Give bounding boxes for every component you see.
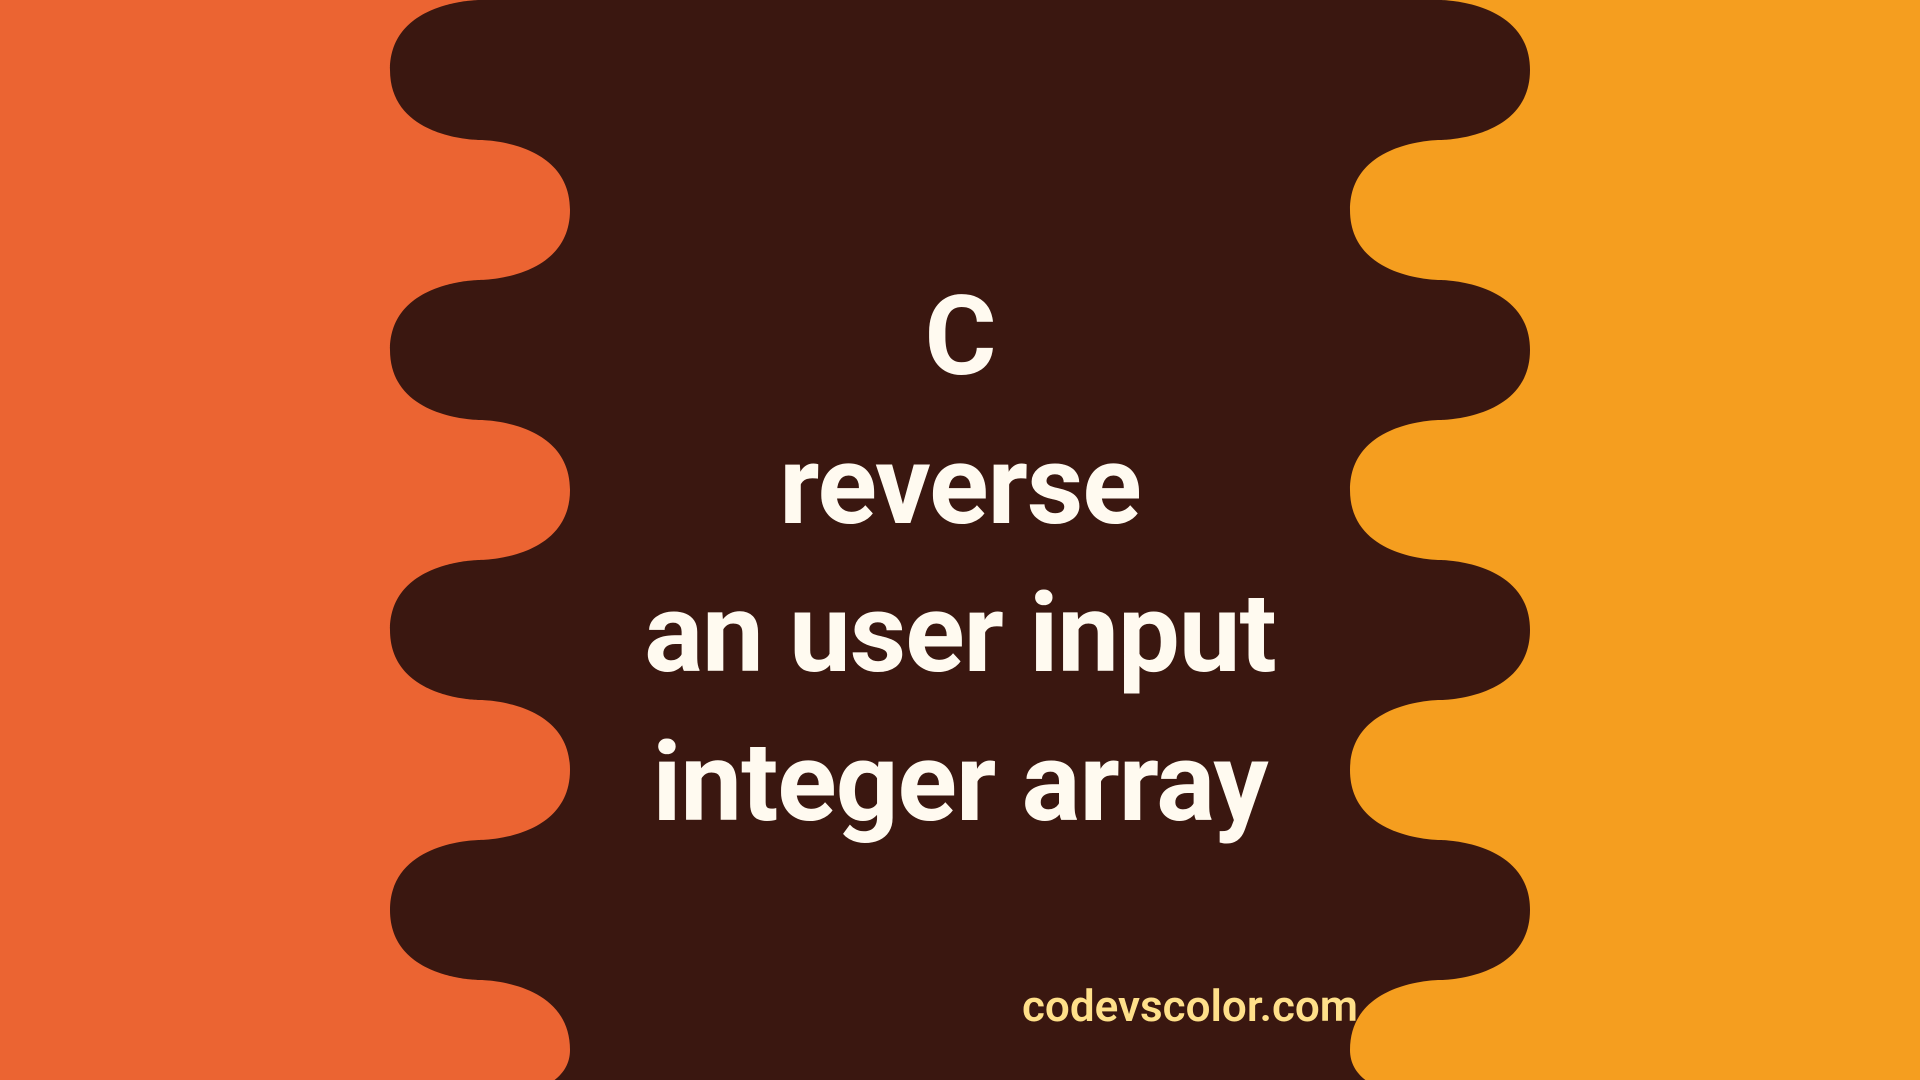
title-container: C reverse an user input integer array — [0, 0, 1920, 1080]
title-line-2: reverse — [644, 412, 1275, 561]
watermark-text: codevscolor.com — [0, 980, 1920, 1032]
background-gradient: C reverse an user input integer array co… — [0, 0, 1920, 1080]
title-line-4: integer array — [644, 709, 1275, 858]
title-line-3: an user input — [644, 560, 1275, 709]
title-line-1: C — [644, 263, 1275, 412]
main-title: C reverse an user input integer array — [644, 263, 1275, 857]
